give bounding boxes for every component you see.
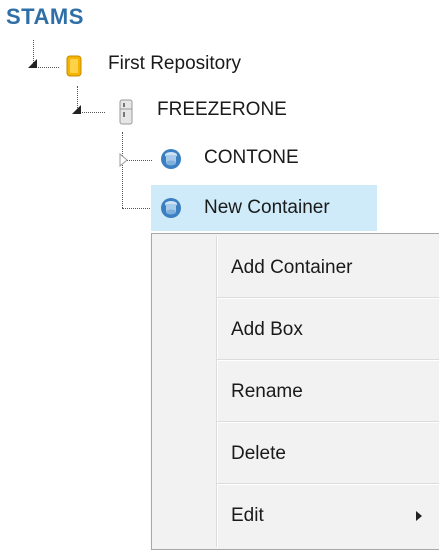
- tree-node-label: FREEZERONE: [157, 99, 287, 120]
- menu-item-label: Edit: [231, 505, 264, 526]
- container-icon: [161, 198, 181, 218]
- tree-node-label: New Container: [204, 197, 330, 218]
- menu-item-label: Delete: [231, 443, 286, 464]
- menu-item-rename[interactable]: Rename: [217, 361, 439, 422]
- menu-item-add-box[interactable]: Add Box: [217, 299, 439, 360]
- collapse-arrow-icon[interactable]: [71, 104, 83, 116]
- menu-item-edit[interactable]: Edit: [217, 485, 439, 546]
- submenu-arrow-icon: [416, 511, 422, 521]
- menu-item-label: Add Container: [231, 257, 353, 278]
- app-title: STAMS: [6, 4, 84, 29]
- container-icon: [161, 149, 181, 169]
- menu-item-label: Rename: [231, 381, 303, 402]
- menu-item-delete[interactable]: Delete: [217, 423, 439, 484]
- freezer-icon: [119, 99, 133, 125]
- context-menu: Add Container Add Box Rename Delete Edit: [151, 233, 439, 550]
- repository-icon: [66, 55, 82, 77]
- collapse-arrow-icon[interactable]: [27, 58, 39, 70]
- menu-item-label: Add Box: [231, 319, 303, 340]
- tree-node-label: First Repository: [108, 53, 242, 74]
- menu-item-add-container[interactable]: Add Container: [217, 237, 439, 298]
- expand-arrow-icon[interactable]: [119, 153, 129, 167]
- tree-connector: [122, 132, 123, 208]
- tree-connector: [122, 208, 152, 209]
- tree-node-label: CONTONE: [204, 147, 299, 168]
